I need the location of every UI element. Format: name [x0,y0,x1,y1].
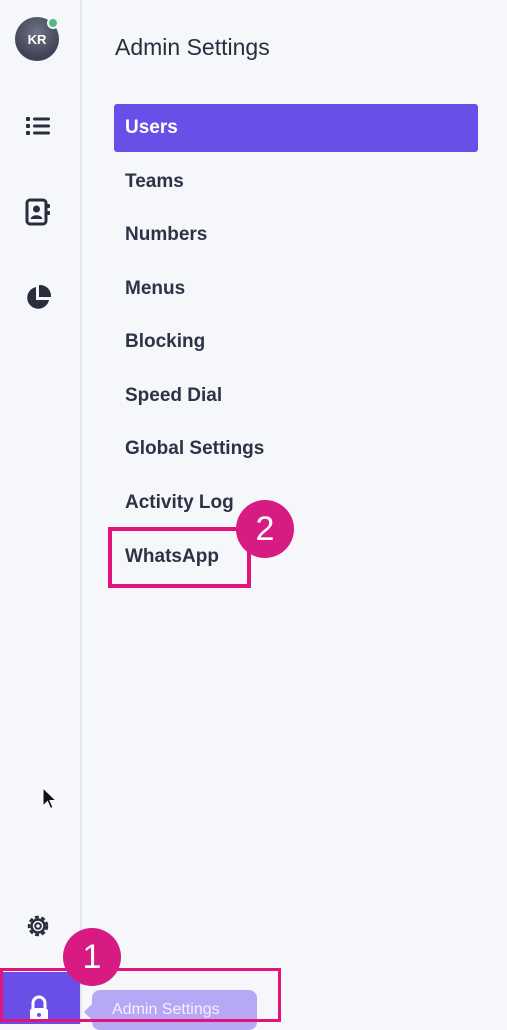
menu-item-label: Speed Dial [125,385,223,406]
menu-item-blocking[interactable]: Blocking [114,318,478,366]
menu-item-users[interactable]: Users [114,104,478,152]
page-title: Admin Settings [115,34,270,60]
menu-item-label: Blocking [125,331,206,352]
annotation-highlight-1 [0,968,281,1022]
annotation-badge-2: 2 [236,500,294,558]
annotation-highlight-2 [108,527,251,588]
annotation-badge-1: 1 [63,928,121,986]
mouse-cursor-icon [42,786,58,816]
contacts-icon[interactable] [22,196,54,228]
annotation-badge-1-number: 1 [82,937,102,976]
presence-status-dot [47,17,59,29]
annotation-badge-2-number: 2 [255,509,275,548]
nav-rail: KR [0,0,82,1024]
list-icon[interactable] [22,110,54,142]
menu-item-menus[interactable]: Menus [114,265,478,313]
settings-gear-icon[interactable] [22,910,54,942]
reports-pie-icon[interactable] [22,282,54,314]
menu-item-label: Users [125,117,178,138]
menu-item-speed-dial[interactable]: Speed Dial [114,372,478,420]
menu-item-numbers[interactable]: Numbers [114,211,478,259]
menu-item-label: Global Settings [125,438,265,459]
menu-item-label: Activity Log [125,492,234,513]
avatar-initials: KR [27,31,47,47]
menu-item-label: Menus [125,278,186,299]
menu-item-global-settings[interactable]: Global Settings [114,425,478,473]
menu-item-teams[interactable]: Teams [114,158,478,206]
menu-item-label: Numbers [125,224,208,245]
menu-item-activity-log[interactable]: Activity Log [114,479,478,527]
menu-item-label: Teams [125,171,184,192]
